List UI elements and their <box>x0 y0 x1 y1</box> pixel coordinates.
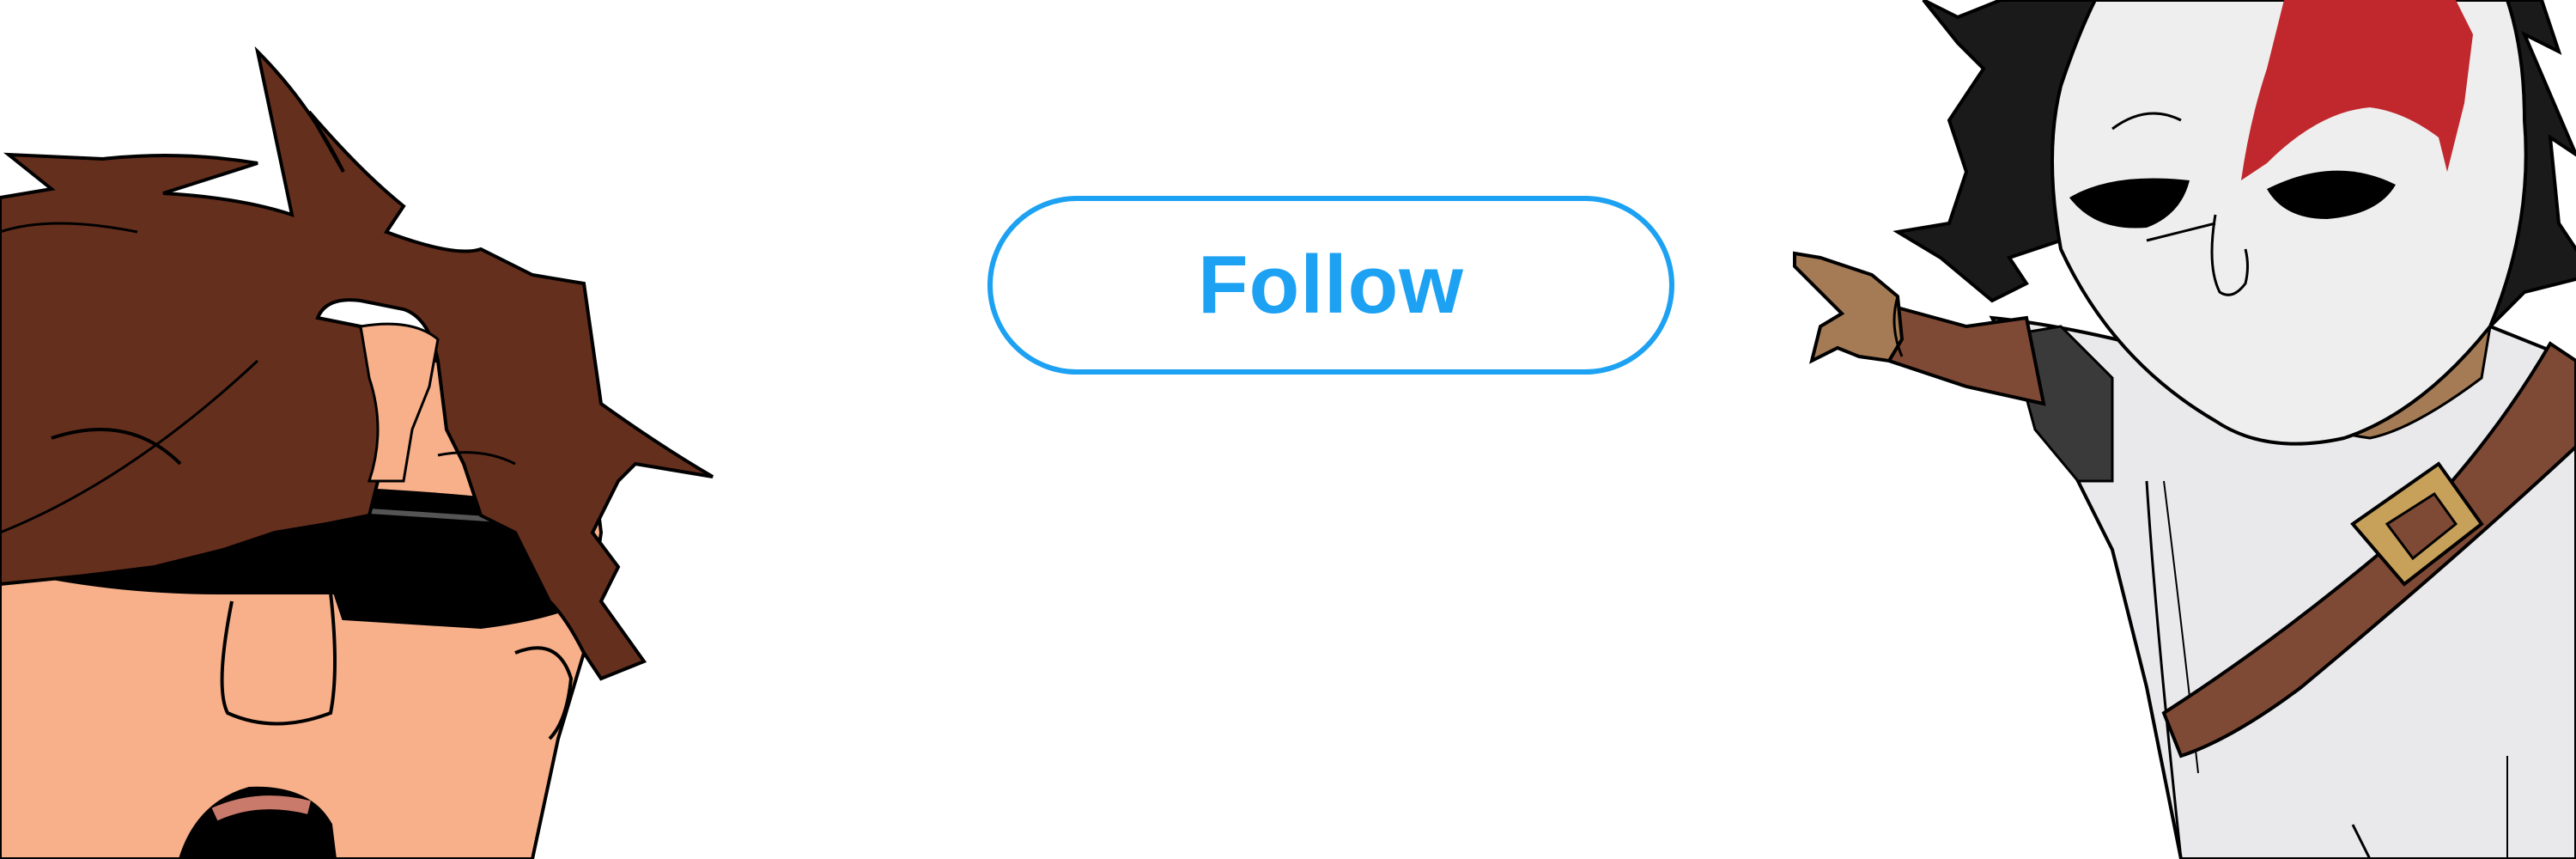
follow-button-label: Follow <box>1198 239 1464 331</box>
right-character-illustration <box>1752 0 2576 859</box>
left-character-illustration <box>0 0 738 859</box>
banner-canvas: Follow <box>0 0 2576 859</box>
follow-button[interactable]: Follow <box>987 196 1674 375</box>
right-character-glove <box>1793 251 1905 364</box>
